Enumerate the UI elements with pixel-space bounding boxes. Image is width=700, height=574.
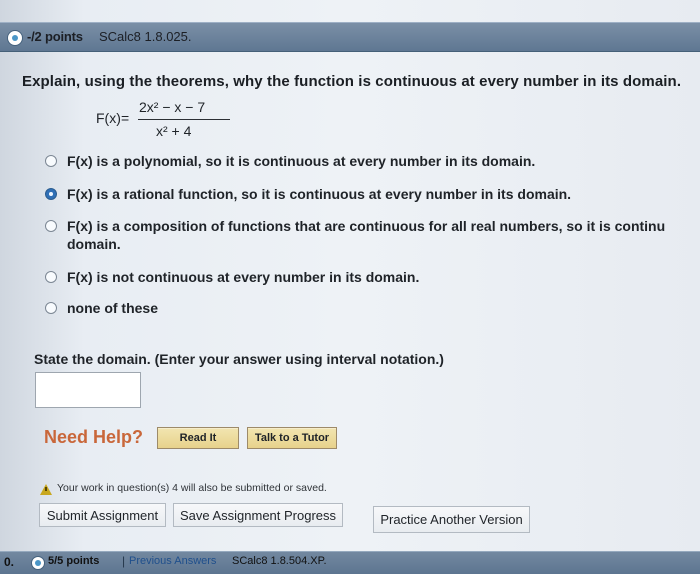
submission-notice-text: Your work in question(s) 4 will also be …	[57, 482, 327, 494]
function-label: F(x)	[96, 110, 121, 126]
next-question-bar: 0. 5/5 points | Previous Answers SCalc8 …	[0, 551, 700, 574]
question-points: -/2 points	[27, 29, 83, 44]
radio-button[interactable]	[45, 302, 57, 314]
status-indicator-icon	[31, 556, 45, 570]
radio-button[interactable]	[45, 220, 57, 232]
submit-assignment-button[interactable]: Submit Assignment	[39, 503, 166, 527]
separator: |	[122, 554, 126, 568]
fraction-numerator: 2x² − x − 7	[139, 99, 206, 115]
answer-option-text-line-1: F(x) is a composition of functions that …	[67, 218, 666, 234]
function-fraction: 2x² − x − 7 x² + 4	[138, 97, 238, 141]
submission-notice: Your work in question(s) 4 will also be …	[40, 482, 370, 499]
answer-option-not-continuous[interactable]: F(x) is not continuous at every number i…	[45, 269, 695, 294]
warning-icon	[40, 484, 52, 495]
need-help-label: Need Help?	[44, 427, 144, 447]
answer-option-composition[interactable]: F(x) is a composition of functions that …	[45, 218, 695, 255]
question-prompt: Explain, using the theorems, why the fun…	[22, 73, 682, 90]
save-assignment-progress-button[interactable]: Save Assignment Progress	[173, 503, 343, 527]
answer-option-rational[interactable]: F(x) is a rational function, so it is co…	[45, 186, 695, 211]
answer-option-text: F(x) is not continuous at every number i…	[67, 269, 420, 285]
answer-option-text: F(x) is a rational function, so it is co…	[67, 186, 572, 202]
read-it-button[interactable]: Read It	[157, 427, 239, 449]
problem-id: SCalc8 1.8.025.	[99, 29, 192, 44]
practice-another-version-button[interactable]: Practice Another Version	[373, 506, 530, 533]
answer-option-polynomial[interactable]: F(x) is a polynomial, so it is continuou…	[45, 153, 695, 178]
status-indicator-icon	[7, 30, 23, 46]
domain-prompt: State the domain. (Enter your answer usi…	[34, 351, 444, 367]
fraction-denominator: x² + 4	[156, 123, 192, 139]
next-question-points: 5/5 points	[48, 555, 100, 567]
domain-answer-input[interactable]	[35, 372, 141, 408]
question-number: 0.	[4, 555, 15, 569]
next-problem-id: SCalc8 1.8.504.XP.	[232, 555, 327, 567]
page-root: -/2 points SCalc8 1.8.025. Explain, usin…	[0, 0, 700, 574]
answer-option-none[interactable]: none of these	[45, 300, 695, 325]
question-header-bar: -/2 points SCalc8 1.8.025.	[0, 22, 700, 52]
fraction-bar	[138, 119, 230, 120]
selected-radio-button[interactable]	[45, 188, 57, 200]
radio-button[interactable]	[45, 155, 57, 167]
radio-button[interactable]	[45, 271, 57, 283]
answer-option-text: none of these	[67, 300, 159, 316]
answer-option-text: F(x) is a polynomial, so it is continuou…	[67, 153, 536, 169]
talk-to-tutor-button[interactable]: Talk to a Tutor	[247, 427, 337, 449]
equals-sign: =	[121, 110, 130, 126]
answer-option-text-line-2: domain.	[67, 236, 121, 252]
previous-answers-link[interactable]: Previous Answers	[129, 555, 216, 567]
